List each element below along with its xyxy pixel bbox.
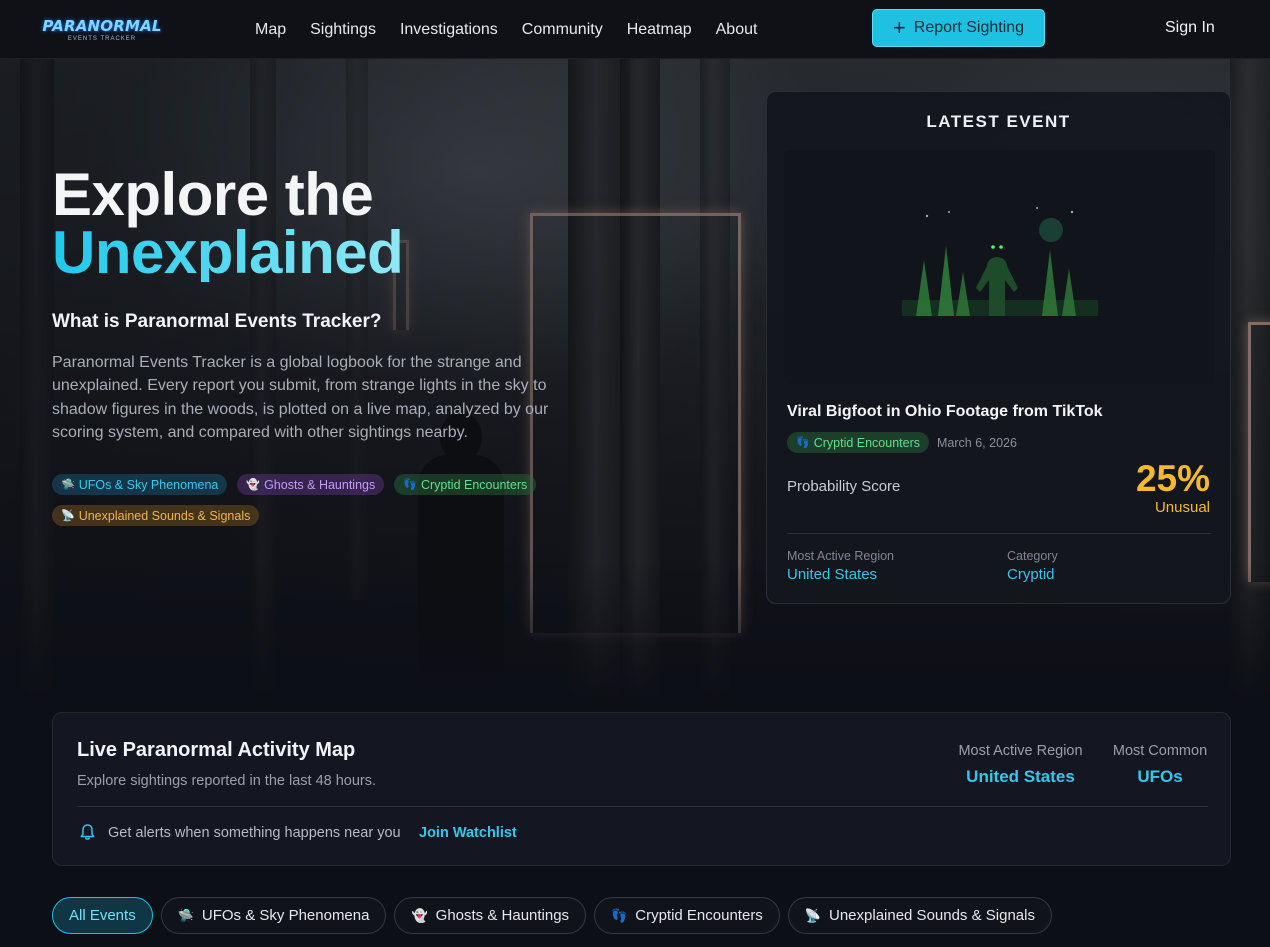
filter-cryptids[interactable]: 👣 Cryptid Encounters bbox=[594, 897, 780, 934]
most-active-region-value[interactable]: United States bbox=[943, 767, 1098, 787]
most-common-value[interactable]: UFOs bbox=[1106, 767, 1214, 787]
alert-text: Get alerts when something happens near y… bbox=[108, 825, 401, 841]
event-category-tag[interactable]: 👣 Cryptid Encounters bbox=[787, 432, 930, 453]
logo-subtext: EVENTS TRACKER bbox=[67, 35, 137, 42]
activity-map-title: Live Paranormal Activity Map bbox=[77, 739, 356, 761]
hero-title-line2: Unexplained bbox=[52, 219, 404, 286]
plus-icon: + bbox=[892, 15, 906, 40]
latest-event-heading: LATEST EVENT bbox=[926, 112, 1071, 131]
tag-cryptids[interactable]: 👣 Cryptid Encounters bbox=[394, 474, 537, 495]
activity-map-subtitle: Explore sightings reported in the last 4… bbox=[77, 773, 377, 789]
tag-cryptids-label: Cryptid Encounters bbox=[420, 477, 528, 492]
filter-ghosts-label: Ghosts & Hauntings bbox=[435, 907, 570, 924]
nav-link-investigations[interactable]: Investigations bbox=[400, 21, 498, 39]
ufo-icon: 🛸 bbox=[177, 907, 194, 923]
nav-link-community[interactable]: Community bbox=[522, 21, 603, 39]
nav-links: Map Sightings Investigations Community H… bbox=[255, 0, 781, 59]
event-filter-chips: All Events 🛸 UFOs & Sky Phenomena 👻 Ghos… bbox=[52, 897, 1060, 934]
filter-sounds[interactable]: 📡 Unexplained Sounds & Signals bbox=[787, 897, 1052, 934]
tag-ghosts[interactable]: 👻 Ghosts & Hauntings bbox=[237, 474, 385, 495]
filter-ghosts[interactable]: 👻 Ghosts & Hauntings bbox=[394, 897, 587, 934]
satellite-icon: 📡 bbox=[804, 907, 821, 923]
filter-cryptids-label: Cryptid Encounters bbox=[635, 907, 763, 924]
ufo-icon: 🛸 bbox=[61, 479, 75, 491]
filter-all-events-label: All Events bbox=[69, 907, 136, 924]
footprint-icon: 👣 bbox=[796, 437, 810, 449]
latest-event-card[interactable]: LATEST EVENT Viral Bigfoot in Ohio Foota… bbox=[766, 91, 1231, 604]
tag-ufos[interactable]: 🛸 UFOs & Sky Phenomena bbox=[52, 474, 228, 495]
report-sighting-button[interactable]: + Report Sighting bbox=[872, 9, 1045, 47]
event-meta: 👣 Cryptid Encounters March 6, 2026 bbox=[787, 432, 1017, 453]
logo-text: PARANORMAL bbox=[42, 16, 162, 35]
report-sighting-label: Report Sighting bbox=[913, 19, 1025, 36]
tag-ufos-label: UFOs & Sky Phenomena bbox=[78, 477, 219, 492]
top-navbar: PARANORMAL EVENTS TRACKER Map Sightings … bbox=[0, 0, 1270, 59]
filter-sounds-label: Unexplained Sounds & Signals bbox=[829, 907, 1035, 924]
footprint-icon: 👣 bbox=[611, 907, 628, 923]
tag-sounds-label: Unexplained Sounds & Signals bbox=[78, 508, 251, 523]
hero-title-line1: Explore the bbox=[52, 161, 374, 228]
event-title[interactable]: Viral Bigfoot in Ohio Footage from TikTo… bbox=[787, 403, 1103, 421]
region-value[interactable]: United States bbox=[787, 566, 877, 583]
event-thumbnail[interactable] bbox=[784, 150, 1215, 384]
footprint-icon: 👣 bbox=[403, 479, 417, 491]
region-label: Most Active Region bbox=[787, 549, 894, 563]
nav-link-about[interactable]: About bbox=[716, 21, 758, 39]
category-label: Category bbox=[1007, 549, 1058, 563]
bell-icon bbox=[80, 824, 95, 840]
card-divider bbox=[787, 533, 1211, 534]
ghost-icon: 👻 bbox=[246, 479, 261, 491]
tag-sounds[interactable]: 📡 Unexplained Sounds & Signals bbox=[52, 505, 260, 526]
filter-all-events[interactable]: All Events bbox=[52, 897, 153, 934]
sign-in-link[interactable]: Sign In bbox=[1165, 19, 1215, 37]
probability-rating: Unusual bbox=[1154, 499, 1210, 516]
most-common-label: Most Common bbox=[1112, 743, 1208, 759]
join-watchlist-link[interactable]: Join Watchlist bbox=[419, 825, 517, 841]
hero-tags-row-2: 📡 Unexplained Sounds & Signals bbox=[52, 505, 269, 526]
event-category-tag-label: Cryptid Encounters bbox=[813, 435, 921, 450]
probability-score: 25% bbox=[1135, 458, 1210, 499]
nav-link-sightings[interactable]: Sightings bbox=[310, 21, 376, 39]
activity-map-panel: Live Paranormal Activity Map Explore sig… bbox=[52, 712, 1231, 866]
panel-divider bbox=[77, 806, 1208, 807]
most-active-region-label: Most Active Region bbox=[958, 743, 1083, 759]
hero-title: Explore the Unexplained bbox=[52, 165, 404, 286]
hero-tags-row-1: 🛸 UFOs & Sky Phenomena 👻 Ghosts & Haunti… bbox=[52, 474, 546, 495]
bigfoot-scene-image bbox=[784, 150, 1215, 384]
satellite-icon: 📡 bbox=[61, 510, 75, 522]
tag-ghosts-label: Ghosts & Hauntings bbox=[264, 477, 376, 492]
nav-link-map[interactable]: Map bbox=[255, 21, 286, 39]
nav-link-heatmap[interactable]: Heatmap bbox=[627, 21, 692, 39]
event-date: March 6, 2026 bbox=[937, 435, 1017, 450]
hero-subtitle: What is Paranormal Events Tracker? bbox=[52, 311, 382, 332]
logo[interactable]: PARANORMAL EVENTS TRACKER bbox=[42, 12, 161, 46]
ghost-icon: 👻 bbox=[411, 907, 428, 923]
hero-description: Paranormal Events Tracker is a global lo… bbox=[52, 354, 549, 441]
probability-label: Probability Score bbox=[787, 478, 901, 495]
filter-ufos-label: UFOs & Sky Phenomena bbox=[201, 907, 370, 924]
filter-ufos[interactable]: 🛸 UFOs & Sky Phenomena bbox=[160, 897, 387, 934]
category-value[interactable]: Cryptid bbox=[1007, 566, 1055, 583]
